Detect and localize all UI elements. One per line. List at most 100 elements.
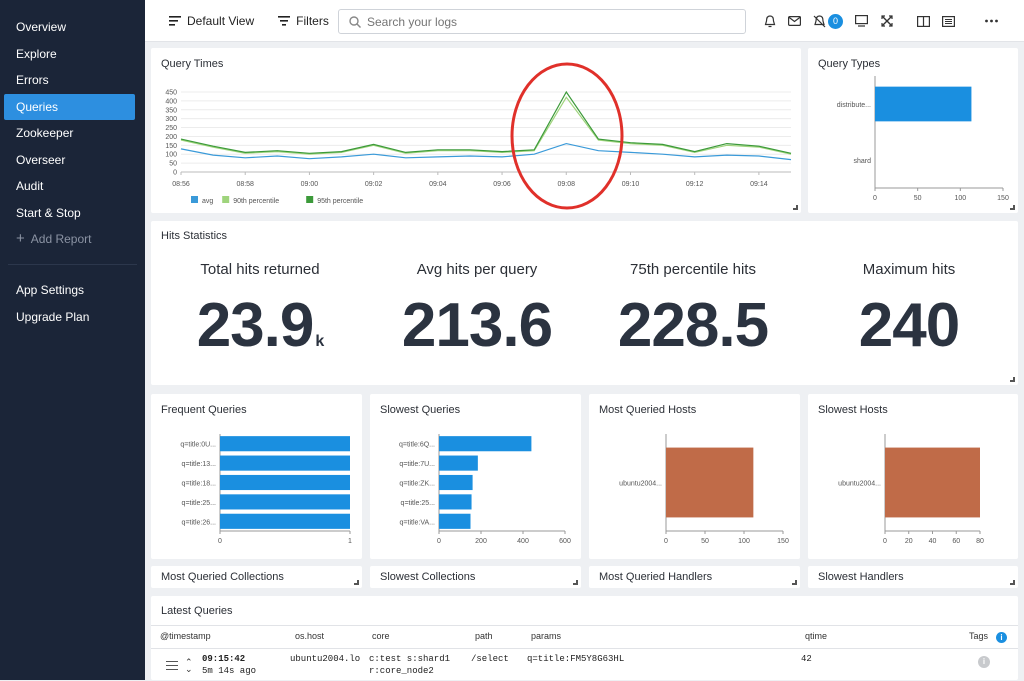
search-box <box>338 9 746 34</box>
sidebar-item-overview[interactable]: Overview <box>4 14 135 40</box>
bar <box>439 436 532 452</box>
stat-value: 23.9 k <box>155 290 365 361</box>
y-tick-label: 100 <box>165 152 177 159</box>
bar-label: q=title:7U... <box>399 461 435 468</box>
filters-button[interactable]: Filters <box>278 14 329 28</box>
sidebar-item-app-settings[interactable]: App Settings <box>4 277 135 303</box>
bar-label: q=title:18... <box>182 481 216 488</box>
more-options-icon[interactable] <box>979 0 1004 42</box>
mail-icon[interactable] <box>782 0 807 42</box>
sidebar-item-audit[interactable]: Audit <box>4 173 135 199</box>
sidebar-item-overseer[interactable]: Overseer <box>4 147 135 173</box>
default-view-button[interactable]: Default View <box>169 14 254 28</box>
drag-handle-icon[interactable] <box>166 661 178 670</box>
col-path[interactable]: path <box>475 631 493 641</box>
x-tick-label: 09:00 <box>301 181 319 188</box>
stat-value: 228.5 <box>617 291 769 360</box>
x-tick-label: 100 <box>738 538 750 545</box>
slowest-queries-panel: Slowest Queries 0 200 400 600 q=title:6Q... q… <box>370 394 581 559</box>
sidebar-item-errors[interactable]: Errors <box>4 67 135 93</box>
info-icon[interactable]: i <box>996 632 1007 643</box>
query-times-chart: 450400 350 300 250 200 150 100 50 0 08:56 08:58 09:… <box>165 62 792 210</box>
col-params[interactable]: params <box>531 631 561 641</box>
y-tick-label: 200 <box>165 134 177 141</box>
row-host: ubuntu2004.lo <box>290 654 361 664</box>
bar <box>875 86 972 122</box>
menu-icon <box>169 15 181 26</box>
monitor-icon[interactable] <box>849 0 874 42</box>
table-row[interactable]: ⌃ ⌄ 09:15:42 5m 14s ago ubuntu2004.lo c:t… <box>151 651 1018 681</box>
legend-swatch <box>306 196 314 203</box>
x-tick-label: 150 <box>997 195 1009 202</box>
sidebar-item-queries[interactable]: Queries <box>4 93 135 120</box>
x-tick-label: 09:08 <box>557 181 575 188</box>
x-tick-label: 08:56 <box>172 181 190 188</box>
resize-handle[interactable] <box>573 580 578 585</box>
bar-label: distribute... <box>837 102 871 109</box>
x-tick-label: 0 <box>218 538 222 545</box>
stat-label: Avg hits per query <box>416 261 538 278</box>
fullscreen-icon[interactable] <box>874 0 899 42</box>
col-qtime[interactable]: qtime <box>805 631 827 641</box>
x-tick-label: 0 <box>437 538 441 545</box>
x-tick-label: 0 <box>664 538 668 545</box>
toolbar-icons: 0 <box>757 0 1004 42</box>
x-tick-label: 150 <box>777 538 789 545</box>
bar-label: q=title:25... <box>182 500 216 507</box>
resize-handle[interactable] <box>792 580 797 585</box>
bar-label: shard <box>853 158 871 165</box>
x-tick-label: 60 <box>952 538 960 545</box>
col-os-host[interactable]: os.host <box>295 631 324 641</box>
bar <box>220 494 350 510</box>
x-tick-label: 80 <box>976 538 984 545</box>
resize-handle[interactable] <box>1010 580 1015 585</box>
table-header: @timestamp os.host core path params qtim… <box>151 625 1018 649</box>
slowest-collections-panel: Slowest Collections <box>370 566 581 588</box>
most-queried-collections-panel: Most Queried Collections <box>151 566 362 588</box>
row-info-icon[interactable]: i <box>978 656 990 668</box>
x-tick-label: 50 <box>914 195 922 202</box>
stat-suffix: k <box>315 333 324 350</box>
x-tick-label: 09:04 <box>429 181 447 188</box>
filters-label: Filters <box>296 13 329 28</box>
add-report-button[interactable]: + Add Report <box>0 226 145 252</box>
bar-label: q=title:VA... <box>400 519 436 526</box>
filter-icon <box>278 15 291 26</box>
slowest-collections-title: Slowest Collections <box>380 571 476 583</box>
sidebar-divider <box>8 264 137 265</box>
frequent-queries-panel: Frequent Queries 0 1 q=title:0U... q=title:… <box>151 394 362 559</box>
hits-statistics-panel: Hits Statistics Total hits returned 23.9… <box>151 221 1018 385</box>
y-tick-label: 450 <box>165 90 177 97</box>
x-tick-label: 09:02 <box>365 181 383 188</box>
resize-handle[interactable] <box>793 205 798 210</box>
bar <box>885 447 980 518</box>
bar <box>220 455 350 471</box>
stat-75th-percentile: 75th percentile hits 228.5 <box>588 261 798 361</box>
x-tick-label: 09:14 <box>750 181 768 188</box>
latest-queries-title: Latest Queries <box>161 605 233 617</box>
search-input[interactable] <box>367 14 707 29</box>
hits-statistics-title: Hits Statistics <box>161 230 228 242</box>
sidebar-item-upgrade-plan[interactable]: Upgrade Plan <box>4 304 135 330</box>
list-view-icon[interactable] <box>936 0 961 42</box>
split-view-icon[interactable] <box>911 0 936 42</box>
expand-icon[interactable]: ⌃ ⌄ <box>185 658 193 674</box>
bar <box>439 474 473 491</box>
notification-count-badge[interactable]: 0 <box>828 13 843 29</box>
resize-handle[interactable] <box>354 580 359 585</box>
most-queried-handlers-panel: Most Queried Handlers <box>589 566 800 588</box>
bar-label: q=title:ZK... <box>399 481 435 488</box>
sidebar-item-explore[interactable]: Explore <box>4 41 135 67</box>
y-tick-label: 300 <box>165 116 177 123</box>
alerts-icon[interactable] <box>757 0 782 42</box>
stat-max-hits: Maximum hits 240 <box>804 261 1014 361</box>
resize-handle[interactable] <box>1010 205 1015 210</box>
bar-label: ubuntu2004... <box>619 481 662 488</box>
col-timestamp[interactable]: @timestamp <box>160 631 211 641</box>
sidebar-item-start-stop[interactable]: Start & Stop <box>4 200 135 226</box>
col-tags[interactable]: Tags <box>969 631 988 641</box>
resize-handle[interactable] <box>1010 377 1015 382</box>
bar <box>439 455 478 471</box>
sidebar-item-zookeeper[interactable]: Zookeeper <box>4 120 135 146</box>
col-core[interactable]: core <box>372 631 390 641</box>
